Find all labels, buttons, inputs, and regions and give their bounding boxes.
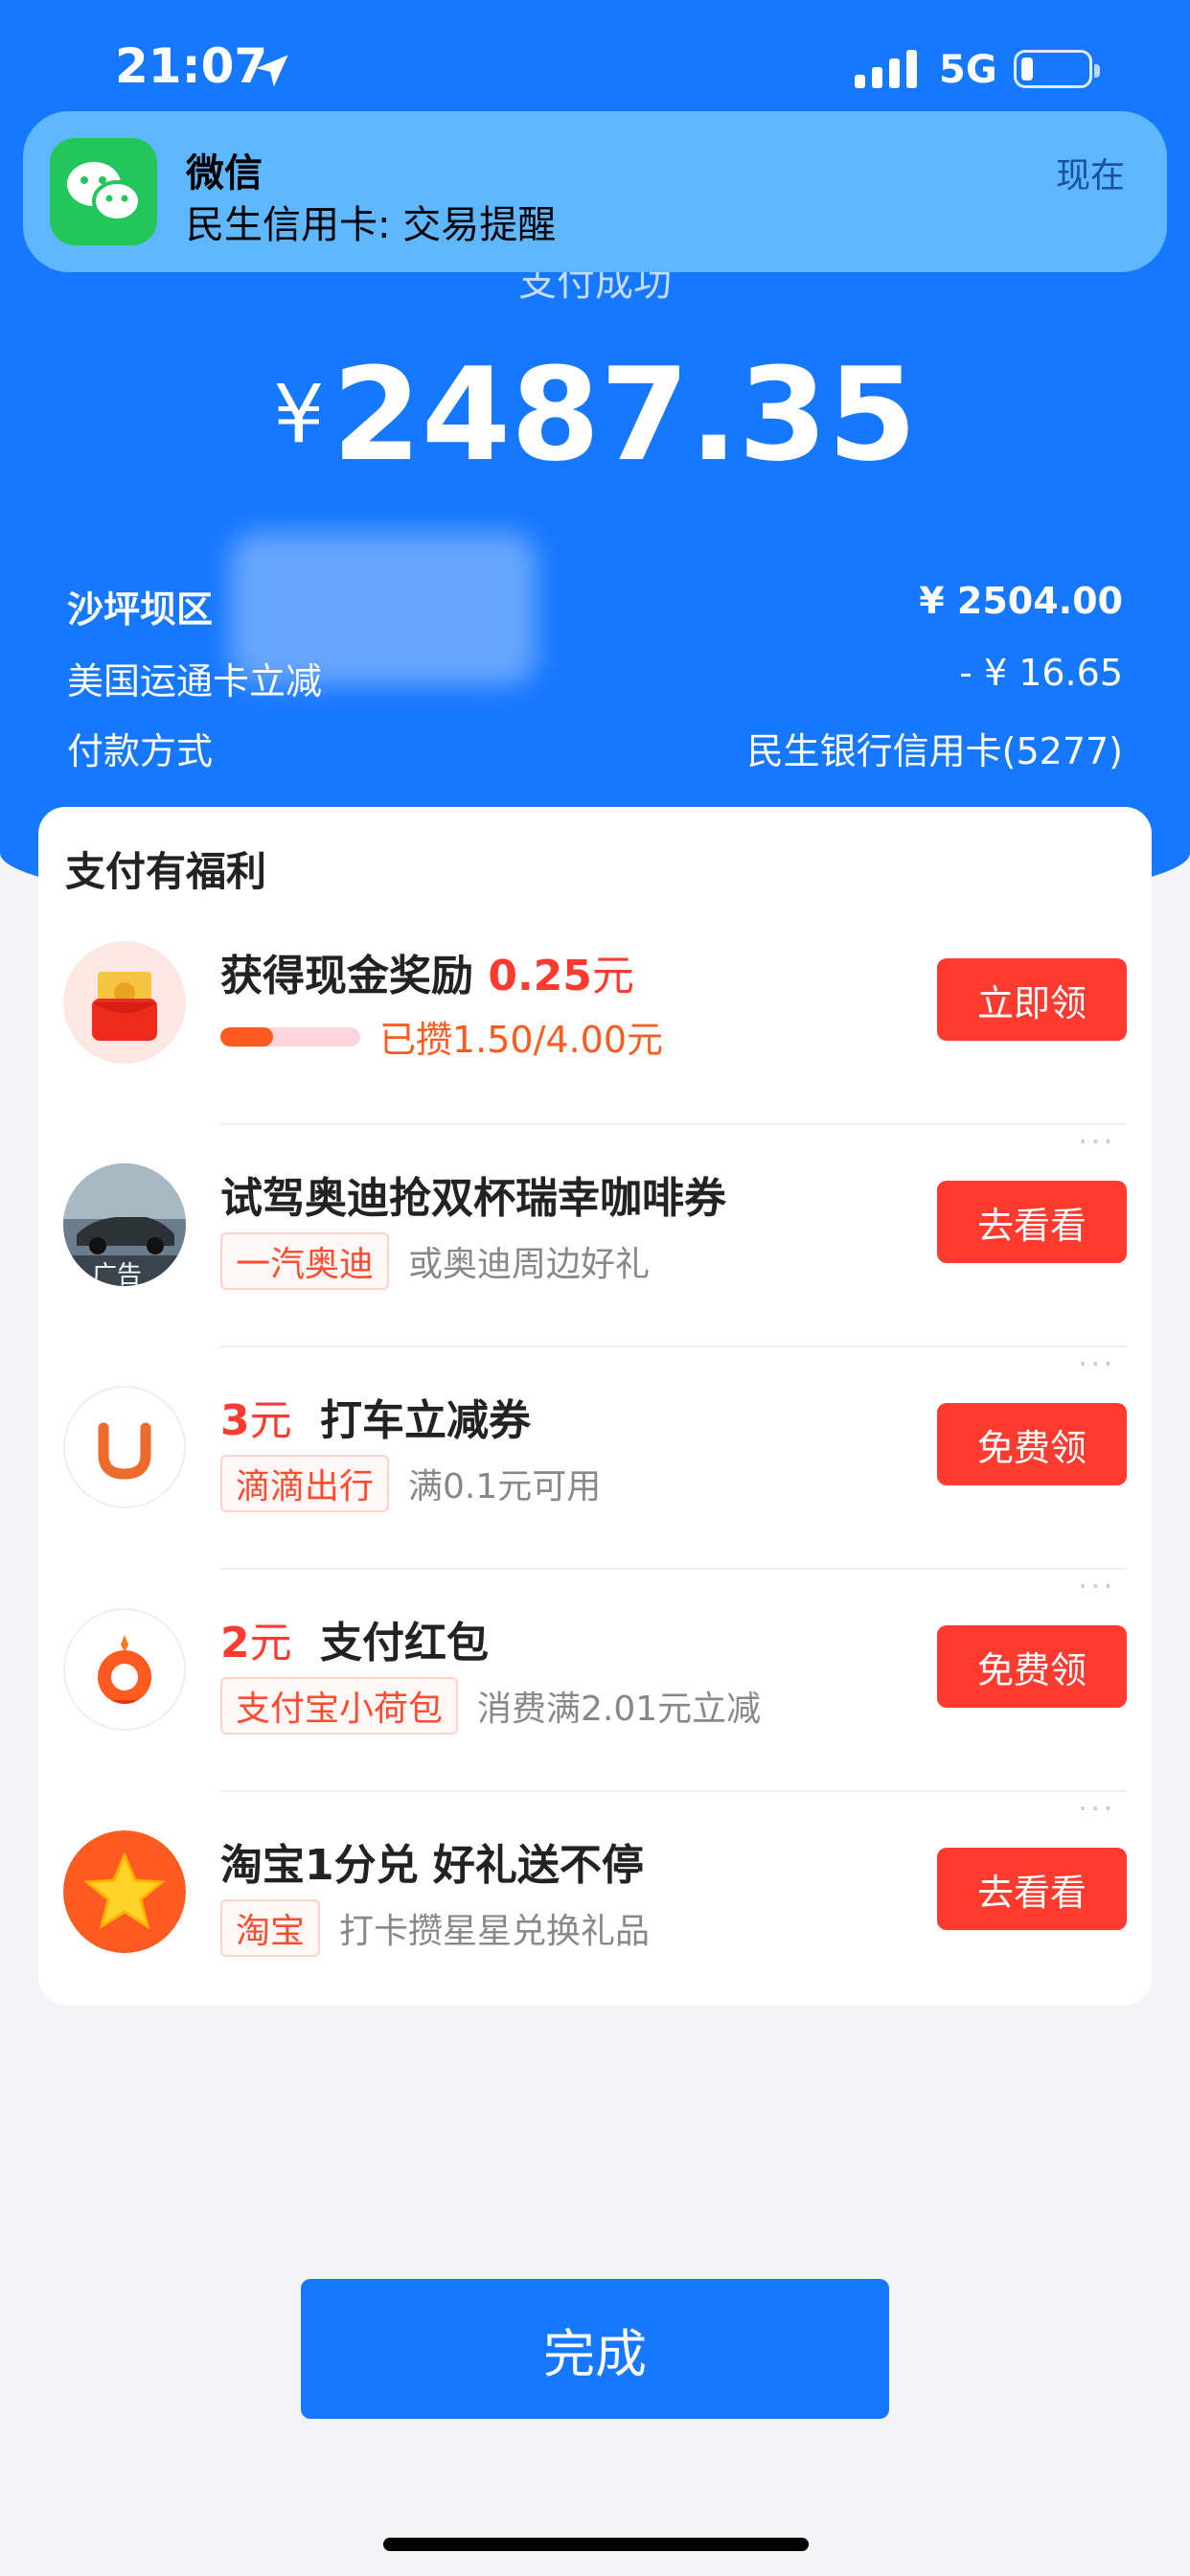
red-envelope-icon bbox=[63, 941, 186, 1064]
merchant-amount: ¥ 2504.00 bbox=[919, 580, 1123, 622]
more-options-icon[interactable]: ··· bbox=[1078, 1568, 1116, 1604]
audi-title: 试驾奥迪抢双杯瑞幸咖啡券 bbox=[220, 1174, 726, 1223]
view-audi-button[interactable]: 去看看 bbox=[937, 1181, 1127, 1263]
discount-amount: - ¥ 16.65 bbox=[959, 652, 1123, 694]
notification-message: 民生信用卡: 交易提醒 bbox=[186, 203, 557, 247]
cash-reward-progress-text: 已攒1.50/4.00元 bbox=[379, 1019, 664, 1061]
benefits-title: 支付有福利 bbox=[65, 848, 267, 895]
cash-reward-amount: 0.25 bbox=[488, 952, 592, 1000]
signal-icon bbox=[855, 46, 917, 88]
currency-symbol: ¥ bbox=[273, 367, 325, 461]
red-packet-tag: 支付宝小荷包 bbox=[220, 1677, 459, 1735]
free-claim-red-packet-button[interactable]: 免费领 bbox=[937, 1625, 1127, 1708]
payment-method-label: 付款方式 bbox=[67, 730, 214, 772]
red-packet-title: 2元 支付红包 bbox=[220, 1619, 489, 1668]
didi-tag: 滴滴出行 bbox=[220, 1455, 390, 1512]
benefit-item-cash-reward: 获得现金奖励 0.25元 已攒1.50/4.00元 立即领 bbox=[38, 903, 1152, 1125]
star-icon bbox=[63, 1830, 186, 1953]
audi-desc: 或奥迪周边好礼 bbox=[408, 1245, 651, 1284]
claim-now-button[interactable]: 立即领 bbox=[937, 958, 1127, 1041]
benefit-item-red-packet: ··· 2元 支付红包 支付宝小荷包 消费满2.01元立减 免费领 bbox=[38, 1568, 1152, 1792]
location-arrow-icon bbox=[256, 55, 288, 87]
taobao-subline: 淘宝 打卡攒星星兑换礼品 bbox=[220, 1899, 650, 1957]
red-packet-desc: 消费满2.01元立减 bbox=[477, 1690, 762, 1729]
benefit-item-audi: ··· 广告 试驾奥迪抢双杯瑞幸咖啡券 一汽奥迪 或奥迪周边好礼 去看看 bbox=[38, 1123, 1152, 1347]
home-indicator[interactable] bbox=[383, 2538, 809, 2551]
audi-tag: 一汽奥迪 bbox=[220, 1232, 390, 1290]
didi-desc: 满0.1元可用 bbox=[408, 1467, 602, 1506]
merchant-name: 沙坪坝区 bbox=[67, 588, 214, 631]
benefits-card: 支付有福利 获得现金奖励 0.25元 已攒1.50/4.00元 立即领 ··· bbox=[38, 807, 1152, 2005]
didi-title: 3元 打车立减券 bbox=[220, 1396, 531, 1445]
network-type: 5G bbox=[939, 48, 997, 92]
more-options-icon[interactable]: ··· bbox=[1078, 1123, 1116, 1160]
didi-subline: 滴滴出行 满0.1元可用 bbox=[220, 1455, 601, 1512]
done-button[interactable]: 完成 bbox=[301, 2279, 889, 2419]
amount-value: 2487.35 bbox=[332, 340, 917, 490]
taobao-desc: 打卡攒星星兑换礼品 bbox=[339, 1912, 651, 1951]
payment-method-value: 民生银行信用卡(5277) bbox=[746, 730, 1123, 772]
benefit-item-didi: ··· 3元 打车立减券 滴滴出行 满0.1元可用 免费领 bbox=[38, 1346, 1152, 1570]
battery-icon bbox=[1014, 50, 1100, 88]
car-ad-icon: 广告 bbox=[63, 1163, 186, 1286]
red-packet-subline: 支付宝小荷包 消费满2.01元立减 bbox=[220, 1677, 761, 1735]
merchant-row: 沙坪坝区 ¥ 2504.00 bbox=[67, 580, 1123, 632]
audi-subline: 一汽奥迪 或奥迪周边好礼 bbox=[220, 1232, 650, 1290]
free-claim-didi-button[interactable]: 免费领 bbox=[937, 1403, 1127, 1485]
cash-reward-title: 获得现金奖励 0.25元 bbox=[220, 952, 634, 1000]
ad-label: 广告 bbox=[92, 1261, 143, 1286]
cash-reward-progress-bar bbox=[220, 1026, 360, 1046]
status-time: 21:07 bbox=[115, 38, 268, 94]
cash-reward-progress-row: 已攒1.50/4.00元 bbox=[220, 1010, 663, 1063]
taobao-tag: 淘宝 bbox=[220, 1899, 321, 1957]
more-options-icon[interactable]: ··· bbox=[1078, 1346, 1116, 1382]
alipay-hebao-icon bbox=[63, 1608, 186, 1731]
didi-logo-icon bbox=[63, 1386, 186, 1508]
notification-time: 现在 bbox=[1055, 156, 1125, 196]
payment-amount: ¥2487.35 bbox=[0, 340, 1190, 490]
more-options-icon[interactable]: ··· bbox=[1078, 1790, 1116, 1827]
discount-row: 美国运通卡立减 - ¥ 16.65 bbox=[67, 652, 1123, 704]
taobao-title: 淘宝1分兑 好礼送不停 bbox=[220, 1841, 644, 1890]
benefit-item-taobao: ··· 淘宝1分兑 好礼送不停 淘宝 打卡攒星星兑换礼品 去看看 bbox=[38, 1790, 1152, 2014]
wechat-notification[interactable]: 微信 民生信用卡: 交易提醒 现在 bbox=[23, 111, 1167, 272]
view-taobao-button[interactable]: 去看看 bbox=[937, 1848, 1127, 1930]
redacted-blur bbox=[230, 532, 537, 685]
payment-method-row: 付款方式 民生银行信用卡(5277) bbox=[67, 722, 1123, 774]
notification-app-name: 微信 bbox=[186, 151, 263, 196]
wechat-icon bbox=[50, 138, 157, 245]
